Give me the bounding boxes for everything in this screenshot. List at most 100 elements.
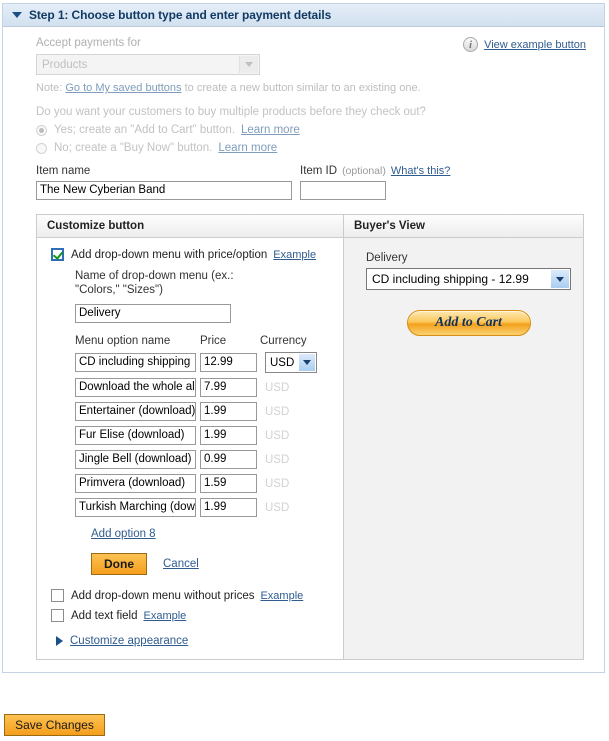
table-row: Primvera (download) 1.59 USD [75,474,343,493]
currency-static-label: USD [265,381,290,394]
item-name-block: Item name The New Cyberian Band [36,165,292,200]
customize-button-panel: Customize button Add drop-down menu with… [37,215,344,659]
chevron-down-icon[interactable] [299,354,315,371]
option-name-input[interactable]: Download the whole album [75,378,196,397]
buyer-delivery-label: Delivery [366,252,408,264]
radio-row-add-to-cart[interactable]: Yes; create an "Add to Cart" button. Lea… [36,124,604,136]
column-header-currency: Currency [260,335,307,347]
option-price-input[interactable]: 1.99 [200,402,257,421]
done-cancel-row: Done Cancel [91,553,343,575]
radio-buy-now[interactable] [36,142,47,154]
accept-payments-select[interactable]: Products [36,54,260,75]
item-name-label: Item name [36,165,91,177]
page-title: Step 1: Choose button type and enter pay… [29,8,332,22]
radio-row-buy-now[interactable]: No; create a "Buy Now" button. Learn mor… [36,142,604,154]
table-row: CD including shipping 12.99 USD [75,352,343,373]
buyer-delivery-selected-value: CD including shipping - 12.99 [372,272,529,286]
buyer-delivery-select[interactable]: CD including shipping - 12.99 [366,268,571,290]
dropdown-config-section: Name of drop-down menu (ex.: "Colors," "… [75,269,343,575]
triangle-right-icon[interactable] [56,636,63,646]
item-name-input[interactable]: The New Cyberian Band [36,181,292,200]
customize-and-preview-panels: Customize button Add drop-down menu with… [36,214,584,660]
saved-buttons-link[interactable]: Go to My saved buttons [65,82,181,94]
checkbox-row-text-field[interactable]: Add text field Example [51,609,343,622]
item-id-optional-label: (optional) [342,165,386,177]
view-example-button-row: i View example button [463,37,586,52]
step-body: Accept payments for Products Note: Go to… [3,27,604,672]
table-row: Download the whole album 7.99 USD [75,378,343,397]
currency-static-label: USD [265,405,290,418]
column-header-option-name: Menu option name [75,335,171,347]
table-row: Jingle Bell (download) 0.99 USD [75,450,343,469]
chevron-down-icon[interactable] [239,56,258,73]
example-link-dropdown-without-price[interactable]: Example [260,590,303,602]
checkbox-dropdown-with-price-label: Add drop-down menu with price/option [71,248,268,261]
note-prefix: Note: [36,82,63,94]
item-id-help-link[interactable]: What's this? [391,165,451,177]
buyer-view-panel-title: Buyer's View [344,215,583,238]
menu-name-input[interactable]: Delivery [75,304,231,323]
add-option-link[interactable]: Add option 8 [91,528,156,540]
multi-products-question: Do you want your customers to buy multip… [36,106,426,118]
option-name-input[interactable]: Primvera (download) [75,474,196,493]
option-price-input[interactable]: 1.59 [200,474,257,493]
option-price-input[interactable]: 0.99 [200,450,257,469]
step-header[interactable]: Step 1: Choose button type and enter pay… [3,4,604,27]
option-name-input[interactable]: Turkish Marching (download) [75,498,196,517]
add-to-cart-button[interactable]: Add to Cart [406,310,531,336]
option-price-input[interactable]: 1.99 [200,426,257,445]
triangle-down-icon[interactable] [12,12,22,18]
customize-button-panel-body: Add drop-down menu with price/option Exa… [37,238,343,659]
currency-static-label: USD [265,429,290,442]
customize-button-panel-title: Customize button [37,215,343,238]
checkbox-text-field-label: Add text field [71,609,138,622]
item-id-label: Item ID [300,165,338,177]
option-name-input[interactable]: Fur Elise (download) [75,426,196,445]
buyer-view-panel-body: Delivery CD including shipping - 12.99 A… [344,238,583,348]
radio-add-to-cart[interactable] [36,124,47,136]
radio-buy-now-label: No; create a "Buy Now" button. [54,142,213,154]
example-link-text-field[interactable]: Example [143,610,186,622]
step-panel: Step 1: Choose button type and enter pay… [2,3,605,673]
view-example-button-link[interactable]: View example button [484,39,586,51]
accept-payments-row: Accept payments for Products Note: Go to… [3,37,604,94]
learn-more-buy-now-link[interactable]: Learn more [218,142,277,154]
checkbox-dropdown-without-price-label: Add drop-down menu without prices [71,589,255,602]
example-link-dropdown-with-price[interactable]: Example [273,249,316,261]
accept-payments-selected-value: Products [42,58,88,71]
item-id-input[interactable] [300,181,386,200]
item-id-block: Item ID (optional) What's this? [300,165,450,200]
customize-appearance-link[interactable]: Customize appearance [70,635,188,647]
note-suffix: to create a new button similar to an exi… [184,82,421,94]
add-to-cart-wrapper: Add to Cart [366,310,571,336]
info-icon: i [463,37,479,52]
menu-name-label: Name of drop-down menu (ex.: "Colors," "… [75,270,234,296]
checkbox-dropdown-without-price[interactable] [51,589,64,602]
done-button[interactable]: Done [91,553,147,575]
table-row: Turkish Marching (download) 1.99 USD [75,498,343,517]
cancel-link[interactable]: Cancel [163,558,199,570]
option-price-input[interactable]: 12.99 [200,353,257,372]
column-header-price: Price [200,335,227,347]
option-name-input[interactable]: Entertainer (download) [75,402,196,421]
options-table-header: Menu option name Price Currency [75,335,343,347]
option-price-input[interactable]: 7.99 [200,378,257,397]
table-row: Entertainer (download) 1.99 USD [75,402,343,421]
option-name-input[interactable]: Jingle Bell (download) [75,450,196,469]
learn-more-add-to-cart-link[interactable]: Learn more [241,124,300,136]
currency-static-label: USD [265,501,290,514]
checkbox-dropdown-with-price[interactable] [51,248,64,261]
radio-add-to-cart-label: Yes; create an "Add to Cart" button. [54,124,235,136]
customize-appearance-row[interactable]: Customize appearance [51,635,343,647]
checkbox-row-dropdown-without-price[interactable]: Add drop-down menu without prices Exampl… [51,589,343,602]
currency-static-label: USD [265,453,290,466]
saved-buttons-note: Note: Go to My saved buttons to create a… [36,82,590,94]
table-row: Fur Elise (download) 1.99 USD [75,426,343,445]
save-changes-button[interactable]: Save Changes [4,714,105,736]
chevron-down-icon[interactable] [551,270,569,288]
currency-select[interactable]: USD [265,352,317,373]
option-name-input[interactable]: CD including shipping [75,353,196,372]
checkbox-text-field[interactable] [51,609,64,622]
option-price-input[interactable]: 1.99 [200,498,257,517]
checkbox-row-dropdown-with-price[interactable]: Add drop-down menu with price/option Exa… [51,248,343,261]
